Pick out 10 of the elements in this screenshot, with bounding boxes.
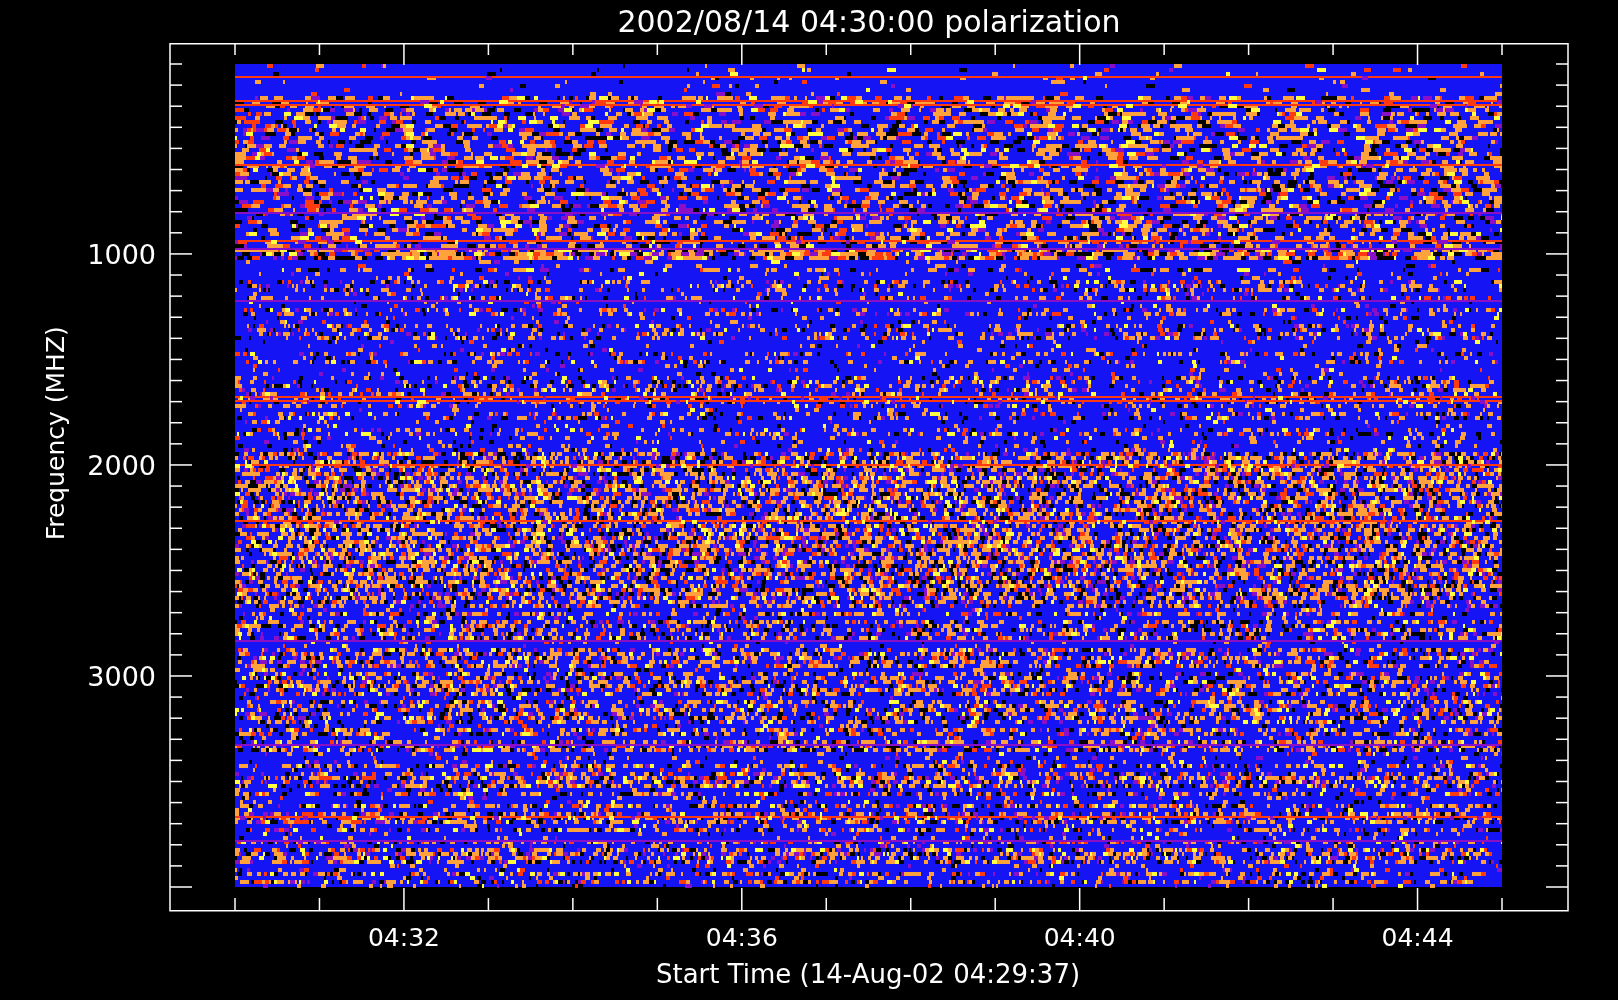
tick-label: 2000: [87, 449, 156, 481]
axis-title: Frequency (MHZ): [41, 326, 70, 541]
tick-label: 1000: [87, 238, 156, 270]
tick-label: 04:36: [705, 923, 778, 952]
axis-title: Start Time (14-Aug-02 04:29:37): [655, 959, 1081, 989]
tick-label: 04:32: [367, 923, 440, 952]
tick-label: 04:44: [1381, 923, 1454, 952]
tick-label: 3000: [87, 660, 156, 692]
plot-title: 2002/08/14 04:30:00 polarization: [616, 3, 1122, 41]
tick-label: 04:40: [1043, 923, 1116, 952]
